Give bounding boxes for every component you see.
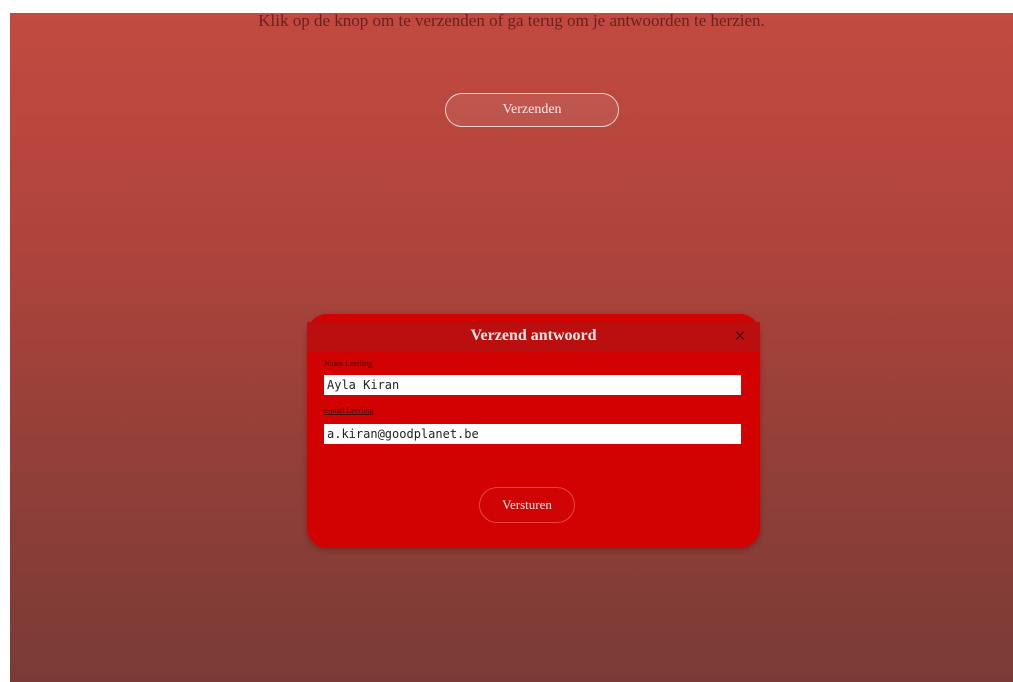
page-background: Klik op de knop om te verzenden of ga te… [10, 13, 1013, 682]
dialog-title: Verzend antwoord [470, 327, 597, 344]
student-email-label: e-mail Leerling [324, 406, 374, 415]
student-email-field[interactable] [324, 424, 741, 444]
dialog-header: Verzend antwoord × [307, 322, 760, 352]
send-answer-dialog: Verzend antwoord × Naam Leerling e-mail … [307, 314, 760, 548]
instruction-text: Klik op de knop om te verzenden of ga te… [258, 13, 765, 30]
close-icon[interactable]: × [733, 329, 747, 343]
student-name-label: Naam Leerling [324, 359, 373, 368]
submit-button[interactable]: Versturen [479, 487, 575, 523]
student-name-field[interactable] [324, 375, 741, 395]
send-button[interactable]: Verzenden [445, 93, 619, 127]
